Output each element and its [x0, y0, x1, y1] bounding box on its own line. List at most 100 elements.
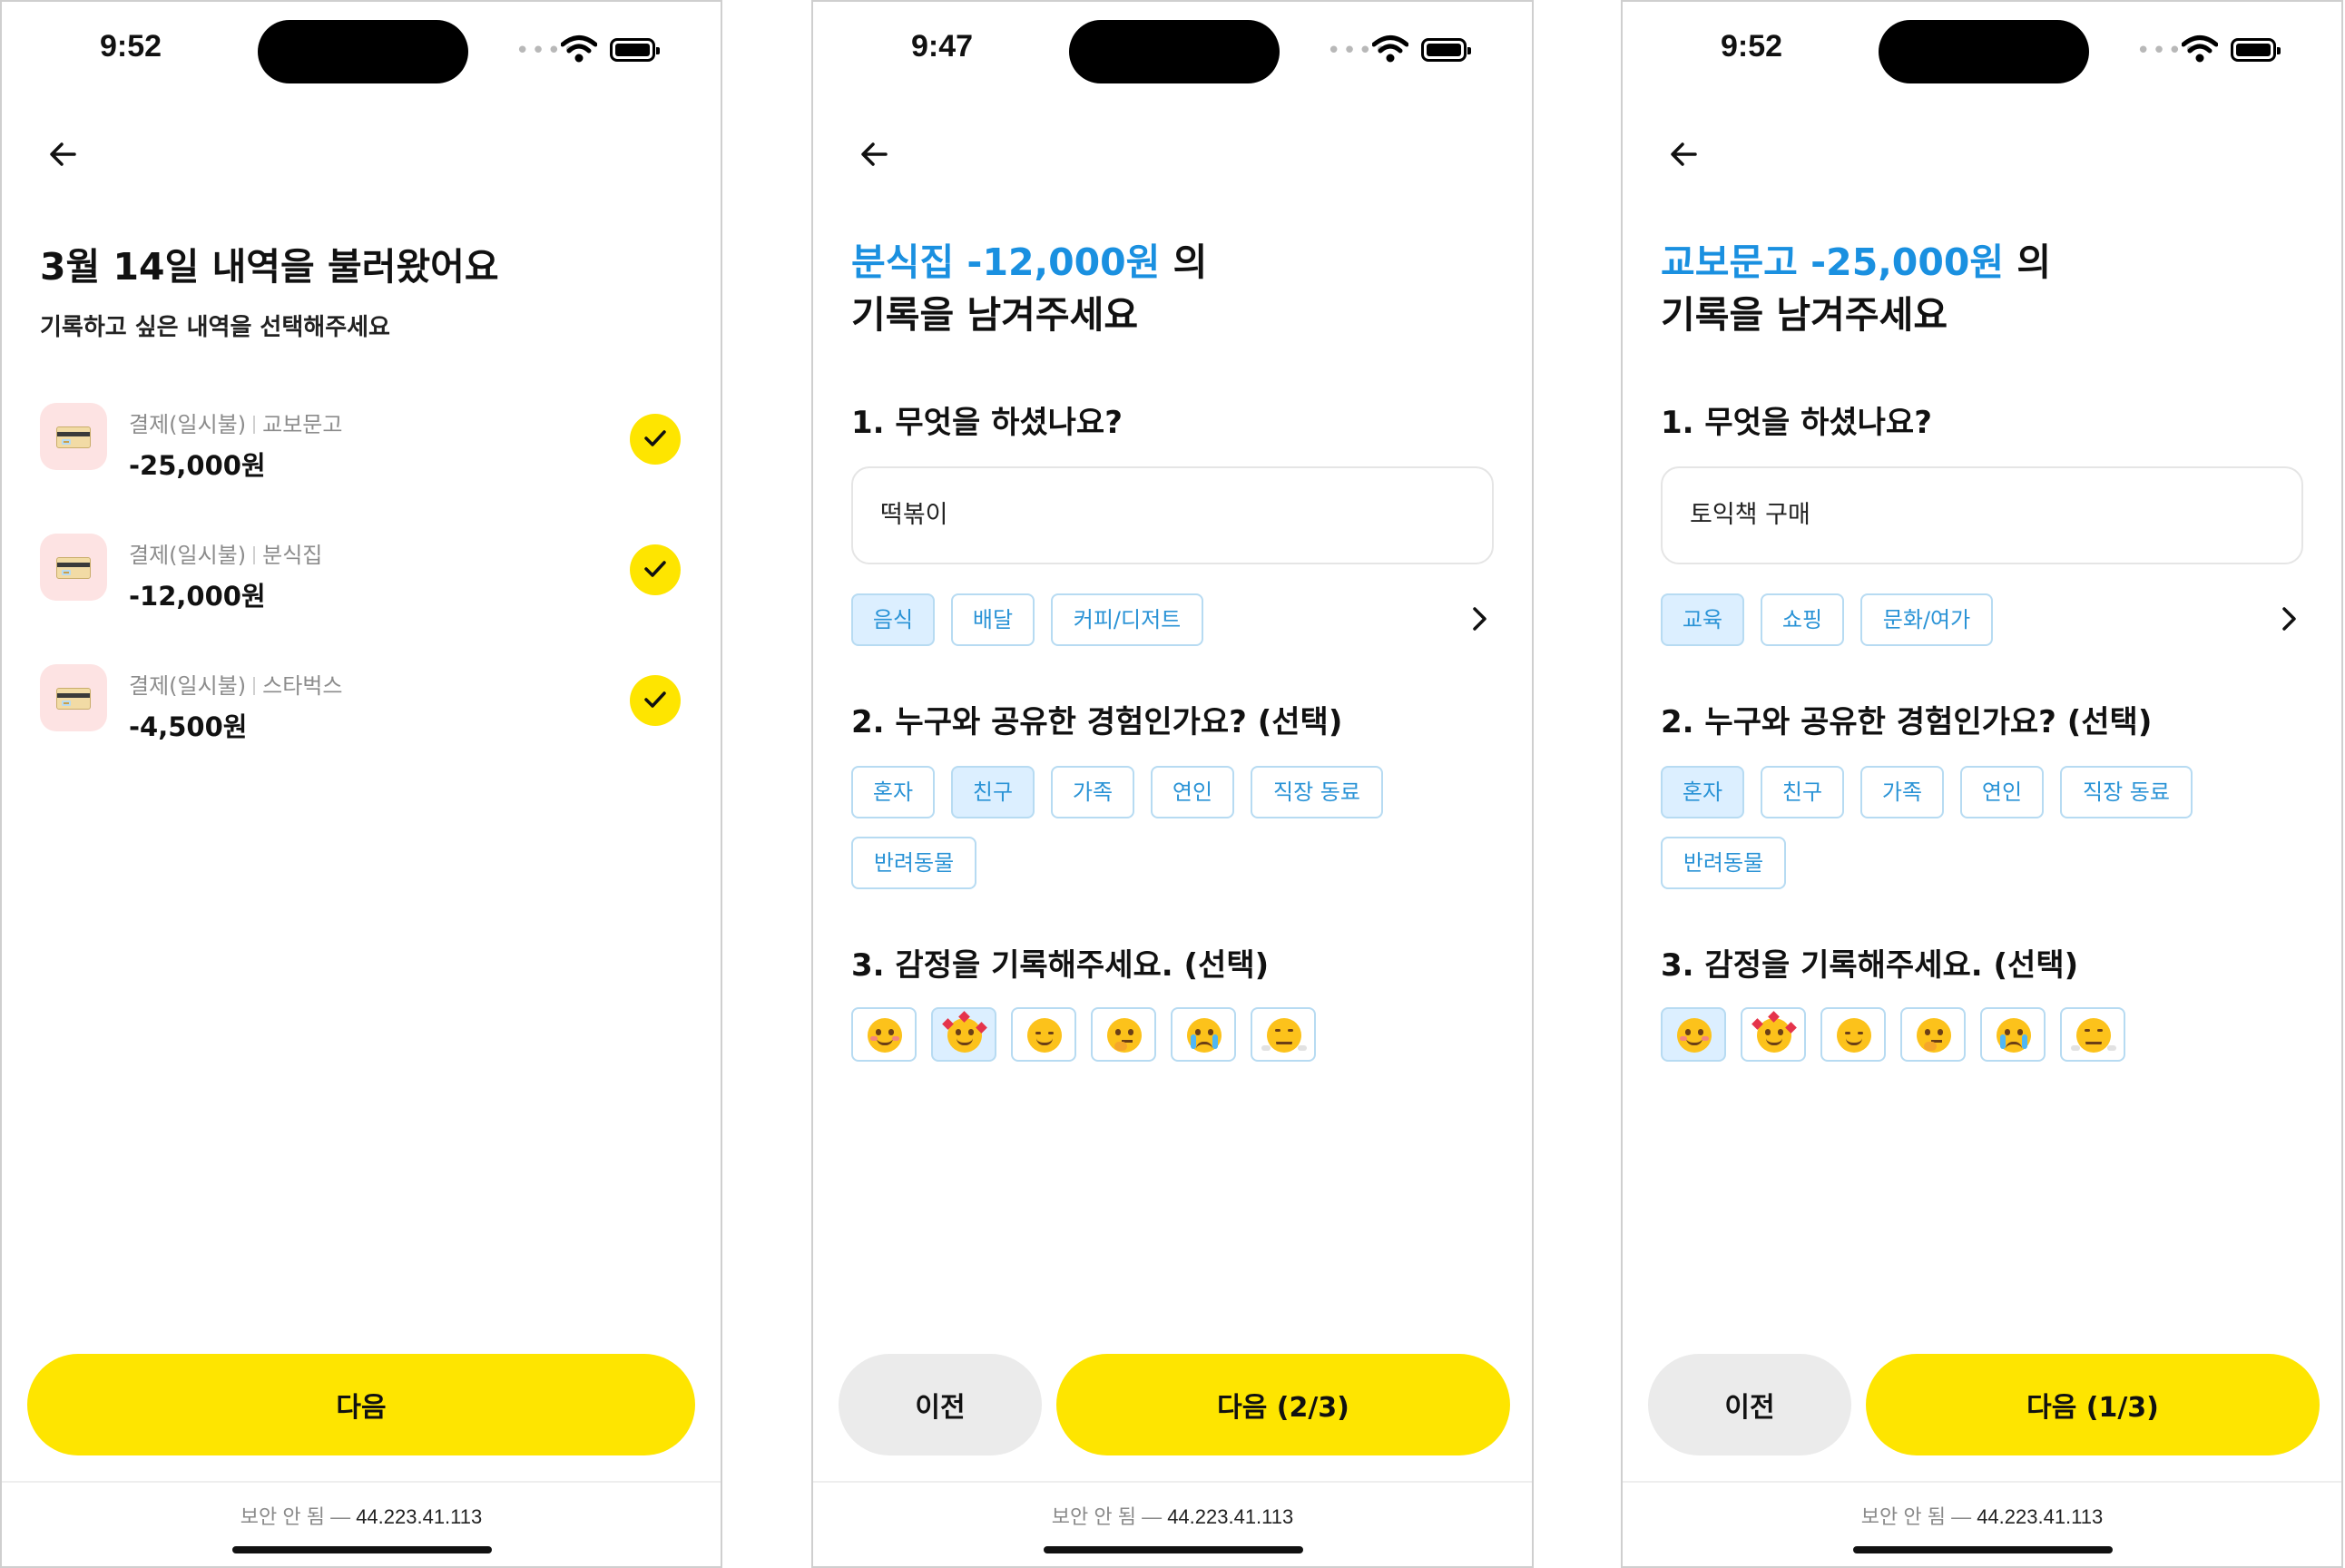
transaction-amount: -4,500원 [129, 711, 248, 742]
emoji-relieved-icon[interactable] [1820, 1007, 1886, 1062]
status-time: 9:47 [911, 29, 974, 64]
emoji-huffing-icon[interactable] [2060, 1007, 2125, 1062]
address-bar[interactable]: 보안 안 됨 — 44.223.41.113 [813, 1501, 1532, 1530]
check-icon[interactable] [630, 675, 681, 726]
url-text: 44.223.41.113 [1977, 1505, 2104, 1528]
prev-button[interactable]: 이전 [839, 1354, 1042, 1455]
question-activity: 1. 무엇을 하셨나요? [1661, 405, 1932, 441]
url-text: 44.223.41.113 [356, 1505, 483, 1528]
chip-coworker[interactable]: 직장 동료 [2060, 766, 2193, 818]
address-bar[interactable]: 보안 안 됨 — 44.223.41.113 [2, 1501, 721, 1530]
address-bar[interactable]: 보안 안 됨 — 44.223.41.113 [1623, 1501, 2341, 1530]
check-icon[interactable] [630, 544, 681, 595]
dynamic-island [1069, 20, 1280, 83]
title-line2: 기록을 남겨주세요 [851, 293, 1139, 337]
emoji-huffing-icon[interactable] [1251, 1007, 1316, 1062]
question-emotion: 3. 감정을 기록해주세요. (선택) [1661, 947, 2079, 984]
chip-culture-leisure[interactable]: 문화/여가 [1860, 593, 1993, 646]
prev-button[interactable]: 이전 [1648, 1354, 1851, 1455]
chip-partner[interactable]: 연인 [1960, 766, 2044, 818]
credit-card-icon [40, 403, 107, 470]
question-activity: 1. 무엇을 하셨나요? [851, 405, 1123, 441]
chip-shopping[interactable]: 쇼핑 [1761, 593, 1844, 646]
chip-friend[interactable]: 친구 [951, 766, 1035, 818]
battery-icon [610, 38, 660, 62]
battery-icon [2231, 38, 2281, 62]
transaction-meta: 결제(일시불) 스타벅스 [129, 668, 342, 700]
merchant-name: 스타벅스 [262, 673, 343, 699]
chip-education[interactable]: 교육 [1661, 593, 1744, 646]
emoji-smiling-hearts-icon[interactable] [1741, 1007, 1806, 1062]
footer-divider [1623, 1481, 2341, 1483]
transaction-item[interactable]: 결제(일시불) 스타벅스 -4,500원 [40, 664, 684, 746]
chevron-right-icon[interactable] [2276, 604, 2301, 633]
check-icon[interactable] [630, 414, 681, 465]
question-companion: 2. 누구와 공유한 경험인가요? (선택) [851, 704, 1343, 740]
chip-family[interactable]: 가족 [1051, 766, 1134, 818]
chip-pet[interactable]: 반려동물 [1661, 837, 1786, 889]
chip-family[interactable]: 가족 [1860, 766, 1944, 818]
merchant-name: 교보문고 [262, 412, 343, 437]
home-indicator[interactable] [1853, 1546, 2113, 1553]
payment-type: 결제(일시불) [129, 412, 247, 437]
chip-coffee-dessert[interactable]: 커피/디저트 [1051, 593, 1203, 646]
activity-input[interactable]: 떡볶이 [851, 466, 1494, 564]
credit-card-icon [40, 664, 107, 731]
emoji-thinking-icon[interactable] [1091, 1007, 1156, 1062]
battery-icon [1421, 38, 1471, 62]
chip-alone[interactable]: 혼자 [1661, 766, 1744, 818]
url-text: 44.223.41.113 [1167, 1505, 1294, 1528]
transaction-amount: -12,000원 [129, 581, 266, 612]
url-separator: — [1951, 1505, 1972, 1528]
insecure-label: 보안 안 됨 [1051, 1505, 1136, 1528]
dynamic-island [1879, 20, 2089, 83]
home-indicator[interactable] [1044, 1546, 1303, 1553]
emoji-smiling-icon[interactable] [1661, 1007, 1726, 1062]
chip-coworker[interactable]: 직장 동료 [1251, 766, 1383, 818]
transaction-meta: 결제(일시불) 교보문고 [129, 407, 342, 438]
url-separator: — [1142, 1505, 1163, 1528]
emoji-thinking-icon[interactable] [1900, 1007, 1966, 1062]
emoji-relieved-icon[interactable] [1011, 1007, 1076, 1062]
screen-transaction-list: 9:52 •••• 3월 14일 내역을 불러왔어요 기록하고 싶은 내역을 선… [0, 0, 722, 1568]
insecure-label: 보안 안 됨 [1860, 1505, 1946, 1528]
wifi-icon [1372, 35, 1408, 63]
chip-alone[interactable]: 혼자 [851, 766, 935, 818]
emoji-smiling-hearts-icon[interactable] [931, 1007, 996, 1062]
status-time: 9:52 [100, 29, 162, 64]
chip-food[interactable]: 음식 [851, 593, 935, 646]
chip-friend[interactable]: 친구 [1761, 766, 1844, 818]
screen-record-kyobo: 9:52 •••• 교보문고 -25,000원 의 기록을 남겨주세요 1. 무… [1621, 0, 2343, 1568]
back-arrow-icon[interactable] [1664, 134, 1704, 174]
footer-divider [813, 1481, 1532, 1483]
chip-delivery[interactable]: 배달 [951, 593, 1035, 646]
emoji-smiling-icon[interactable] [851, 1007, 917, 1062]
insecure-label: 보안 안 됨 [240, 1505, 325, 1528]
activity-input[interactable]: 토익책 구매 [1661, 466, 2303, 564]
next-button[interactable]: 다음 (1/3) [1866, 1354, 2320, 1455]
wifi-icon [561, 35, 597, 63]
record-target: 교보문고 -25,000원 [1661, 240, 2005, 284]
page-subtitle: 기록하고 싶은 내역을 선택해주세요 [40, 314, 390, 341]
next-button[interactable]: 다음 (2/3) [1056, 1354, 1510, 1455]
status-time: 9:52 [1721, 29, 1783, 64]
question-emotion: 3. 감정을 기록해주세요. (선택) [851, 947, 1270, 984]
screen-record-bunsik: 9:47 •••• 분식집 -12,000원 의 기록을 남겨주세요 1. 무엇… [811, 0, 1534, 1568]
emoji-crying-icon[interactable] [1980, 1007, 2046, 1062]
dynamic-island [258, 20, 468, 83]
chip-pet[interactable]: 반려동물 [851, 837, 976, 889]
wifi-icon [2182, 35, 2218, 63]
chevron-right-icon[interactable] [1467, 604, 1492, 633]
emoji-crying-icon[interactable] [1171, 1007, 1236, 1062]
back-arrow-icon[interactable] [855, 134, 895, 174]
page-title: 분식집 -12,000원 의 기록을 남겨주세요 [851, 236, 1207, 341]
url-separator: — [330, 1505, 351, 1528]
question-companion: 2. 누구와 공유한 경험인가요? (선택) [1661, 704, 2153, 740]
next-button[interactable]: 다음 [27, 1354, 695, 1455]
transaction-item[interactable]: 결제(일시불) 교보문고 -25,000원 [40, 403, 684, 485]
transaction-item[interactable]: 결제(일시불) 분식집 -12,000원 [40, 534, 684, 615]
back-arrow-icon[interactable] [44, 134, 83, 174]
transaction-meta: 결제(일시불) 분식집 [129, 537, 322, 569]
home-indicator[interactable] [232, 1546, 492, 1553]
chip-partner[interactable]: 연인 [1151, 766, 1234, 818]
